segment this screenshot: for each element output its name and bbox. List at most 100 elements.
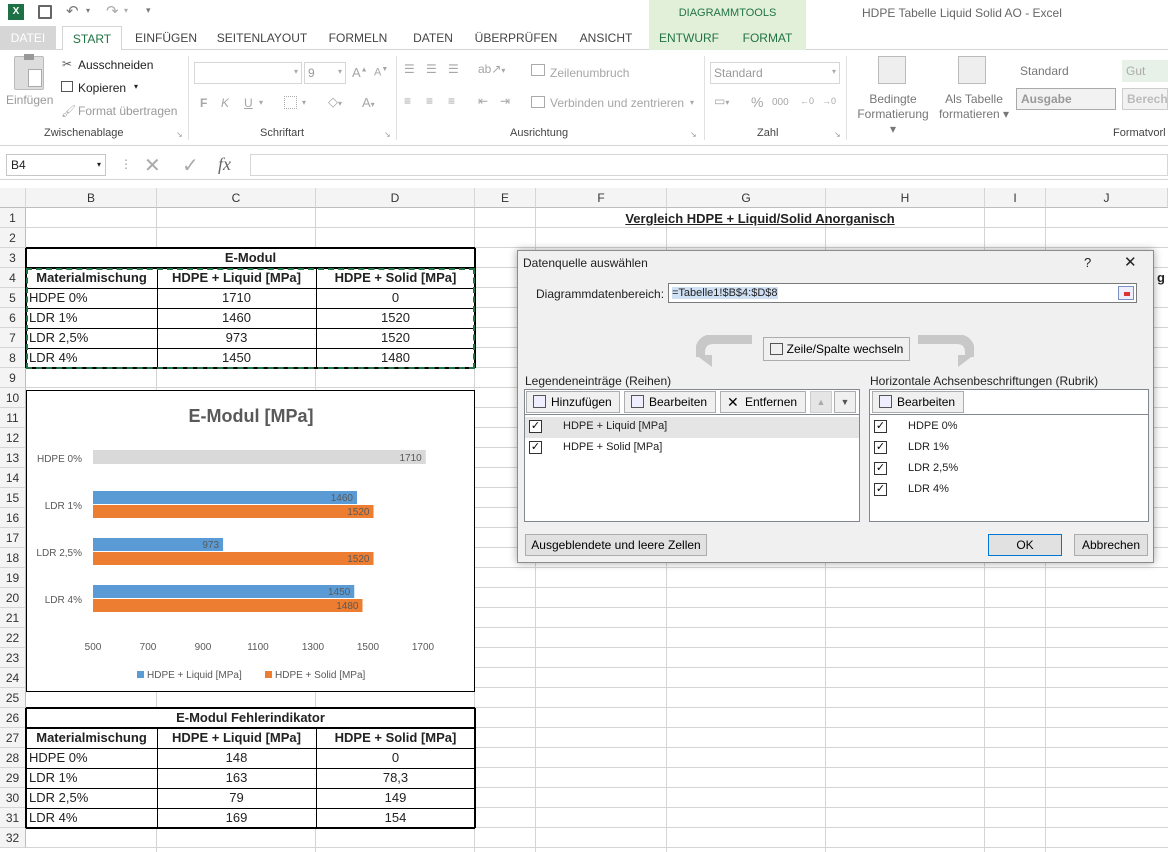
formula-input[interactable] [250, 154, 1168, 176]
table2-cell[interactable]: 148 [157, 748, 316, 768]
increase-indent-icon[interactable]: ⇥ [500, 94, 510, 108]
table2-cell[interactable]: LDR 1% [26, 768, 157, 788]
tab-file[interactable]: DATEI [0, 26, 56, 50]
series-list-item[interactable]: ✓ HDPE + Liquid [MPa] [525, 417, 859, 438]
redo-icon[interactable]: ↷ [106, 2, 119, 20]
italic-button[interactable]: K [221, 96, 229, 110]
table2-cell[interactable]: LDR 4% [26, 808, 157, 828]
select-all-corner[interactable] [0, 188, 26, 208]
align-center-icon[interactable]: ≡ [426, 94, 433, 108]
table2-cell[interactable]: 169 [157, 808, 316, 828]
table2-cell[interactable]: 149 [316, 788, 475, 808]
close-icon[interactable]: ✕ [1124, 253, 1137, 271]
checkbox[interactable]: ✓ [529, 420, 542, 433]
table1-title[interactable]: E-Modul [26, 248, 475, 268]
row-header-3[interactable]: 3 [0, 248, 26, 268]
copy-icon[interactable] [61, 81, 73, 92]
table2-header[interactable]: HDPE + Solid [MPa] [316, 728, 475, 748]
row-header-5[interactable]: 5 [0, 288, 26, 308]
row-header-7[interactable]: 7 [0, 328, 26, 348]
orientation-icon[interactable]: ab↗▾ [478, 62, 505, 76]
row-header-31[interactable]: 31 [0, 808, 26, 828]
number-format-dropdown[interactable]: Standard ▾ [710, 62, 840, 84]
wrap-text-button[interactable]: Zeilenumbruch [550, 66, 629, 80]
fill-color-icon[interactable]: ◇▾ [328, 94, 342, 110]
tab-review[interactable]: ÜBERPRÜFEN [472, 26, 560, 50]
row-header-20[interactable]: 20 [0, 588, 26, 608]
wrap-text-icon[interactable] [531, 64, 545, 76]
conditional-format-icon[interactable] [878, 56, 906, 84]
merge-center-button[interactable]: Verbinden und zentrieren [550, 96, 684, 110]
column-header-f[interactable]: F [536, 188, 667, 208]
row-header-21[interactable]: 21 [0, 608, 26, 628]
customize-qat-icon[interactable]: ▾ [146, 5, 151, 16]
switch-row-column-button[interactable]: Zeile/Spalte wechseln [763, 337, 910, 361]
row-header-14[interactable]: 14 [0, 468, 26, 488]
name-box[interactable]: B4 ▾ [6, 154, 106, 176]
percent-button[interactable]: % [751, 94, 763, 110]
column-header-e[interactable]: E [475, 188, 536, 208]
row-header-25[interactable]: 25 [0, 688, 26, 708]
row-header-4[interactable]: 4 [0, 268, 26, 288]
remove-series-button[interactable]: ✕ Entfernen [720, 391, 806, 413]
grow-font-icon[interactable]: A▲ [352, 65, 368, 80]
paste-button[interactable]: Einfügen [6, 93, 53, 107]
checkbox[interactable]: ✓ [529, 441, 542, 454]
row-header-26[interactable]: 26 [0, 708, 26, 728]
clipboard-launcher-icon[interactable]: ↘ [176, 130, 183, 139]
row-header-27[interactable]: 27 [0, 728, 26, 748]
move-up-button[interactable]: ▲ [810, 391, 832, 413]
table2-cell[interactable]: 0 [316, 748, 475, 768]
tab-page-layout[interactable]: SEITENLAYOUT [212, 26, 312, 50]
table2-cell[interactable]: 163 [157, 768, 316, 788]
enter-icon[interactable]: ✓ [182, 153, 199, 178]
style-berechnung[interactable]: Berech [1122, 88, 1168, 110]
range-collapse-icon[interactable] [1118, 286, 1134, 300]
axis-label-item[interactable]: ✓ LDR 1% [870, 438, 1148, 459]
ok-button[interactable]: OK [988, 534, 1062, 556]
borders-dropdown-icon[interactable]: ▾ [302, 98, 306, 107]
axis-label-item[interactable]: ✓ HDPE 0% [870, 417, 1148, 438]
row-header-11[interactable]: 11 [0, 408, 26, 428]
decrease-indent-icon[interactable]: ⇤ [478, 94, 488, 108]
cancel-icon[interactable]: ✕ [144, 153, 161, 178]
increase-decimal-icon[interactable]: ←0 [800, 96, 814, 106]
chart-area[interactable]: E-Modul [MPa] HDPE 0% 1710 LDR 1% 1460 1520 L… [26, 390, 475, 692]
bold-button[interactable]: F [200, 96, 207, 110]
column-header-d[interactable]: D [316, 188, 475, 208]
tab-view[interactable]: ANSICHT [570, 26, 642, 50]
style-standard[interactable]: Standard [1016, 60, 1116, 82]
table2-cell[interactable]: 154 [316, 808, 475, 828]
table2-title[interactable]: E-Modul Fehlerindikator [26, 708, 475, 728]
row-header-16[interactable]: 16 [0, 508, 26, 528]
cut-button[interactable]: Ausschneiden [78, 58, 153, 72]
underline-dropdown-icon[interactable]: ▾ [259, 98, 263, 107]
merge-dropdown-icon[interactable]: ▾ [690, 98, 694, 107]
row-header-22[interactable]: 22 [0, 628, 26, 648]
hidden-empty-cells-button[interactable]: Ausgeblendete und leere Zellen [525, 534, 707, 556]
row-header-17[interactable]: 17 [0, 528, 26, 548]
font-color-icon[interactable]: A▾ [362, 95, 375, 110]
row-header-13[interactable]: 13 [0, 448, 26, 468]
tab-insert[interactable]: EINFÜGEN [130, 26, 202, 50]
tab-start[interactable]: START [62, 26, 122, 51]
paste-icon[interactable] [14, 54, 44, 90]
axis-label-item[interactable]: ✓ LDR 4% [870, 480, 1148, 501]
table2-header[interactable]: Materialmischung [26, 728, 157, 748]
merge-center-icon[interactable] [531, 96, 545, 108]
table2-cell[interactable]: 79 [157, 788, 316, 808]
axis-label-item[interactable]: ✓ LDR 2,5% [870, 459, 1148, 480]
table2-cell[interactable]: 78,3 [316, 768, 475, 788]
tab-design[interactable]: ENTWURF [649, 26, 729, 50]
row-header-15[interactable]: 15 [0, 488, 26, 508]
font-size-dropdown[interactable]: 9 ▾ [304, 62, 346, 84]
row-header-8[interactable]: 8 [0, 348, 26, 368]
shrink-font-icon[interactable]: A▼ [374, 66, 388, 79]
cut-icon[interactable]: ✂ [62, 57, 72, 71]
column-header-i[interactable]: I [985, 188, 1046, 208]
row-header-23[interactable]: 23 [0, 648, 26, 668]
row-header-24[interactable]: 24 [0, 668, 26, 688]
column-header-j[interactable]: J [1046, 188, 1168, 208]
table2-cell[interactable]: HDPE 0% [26, 748, 157, 768]
column-header-c[interactable]: C [157, 188, 316, 208]
